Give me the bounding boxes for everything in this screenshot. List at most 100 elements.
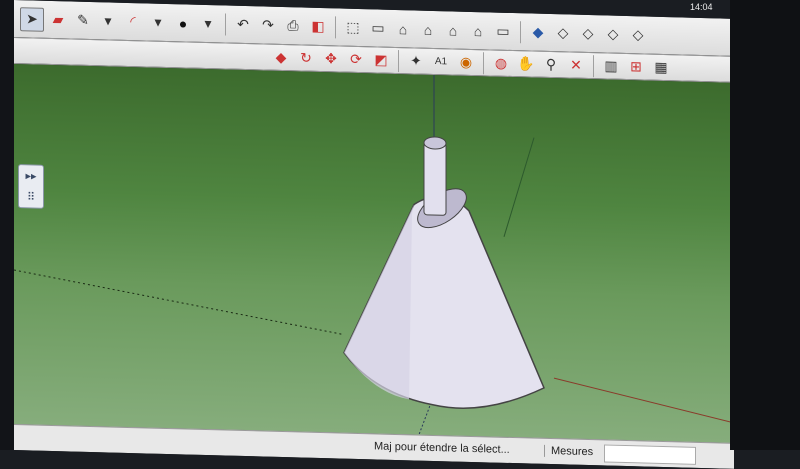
zoom-extents-button[interactable]: ✕ [565, 54, 587, 77]
orbit-icon: ◍ [494, 54, 508, 71]
undo-icon: ↶ [237, 15, 249, 33]
select-arrow-icon: ➤ [26, 10, 38, 27]
scale-button[interactable]: ◩ [370, 49, 392, 72]
3d-viewport[interactable]: ▸▸ ⠿ [14, 64, 734, 443]
textured-icon: ◇ [632, 26, 644, 43]
rotate-icon: ⟳ [350, 50, 362, 68]
rotate-button[interactable]: ⟳ [345, 48, 367, 71]
eraser-icon: ▰ [52, 11, 64, 28]
shaded-button[interactable]: ◇ [602, 23, 624, 46]
taskbar-clock: 14:04 [690, 2, 713, 12]
top-view-button[interactable]: ▭ [367, 17, 389, 40]
spout-top [423, 136, 447, 150]
undo-button[interactable]: ↶ [232, 13, 254, 36]
green-axis [503, 137, 535, 237]
cone-shading [344, 204, 414, 400]
tray-toggle-panel[interactable]: ▸▸ ⠿ [18, 164, 44, 209]
right-view-icon: ⌂ [423, 21, 433, 38]
tape-measure-button[interactable]: ✦ [405, 50, 427, 73]
shaded-icon: ◇ [607, 25, 619, 42]
xray-button[interactable]: ◆ [527, 21, 549, 44]
sketchup-window: ➤ ▰ ✎ ▾ ◜ ▾ ● ▾ ↶ ↷ ⎙ ◧ ⬚ ▭ ⌂ ⌂ ⌂ ⌂ ▭ ◆ … [14, 0, 734, 469]
toolbar-separator [398, 49, 399, 72]
model-info-icon: ◧ [311, 17, 325, 35]
pencil-button[interactable]: ✎ [72, 9, 94, 32]
follow-me-icon: ↻ [300, 49, 312, 66]
select-tool-button[interactable]: ➤ [20, 6, 44, 32]
chevron-down-icon: ▾ [154, 13, 162, 30]
toolbar-separator [335, 15, 336, 38]
arc-dropdown[interactable]: ▾ [147, 11, 169, 34]
wireframe-icon: ◇ [557, 24, 569, 41]
right-view-button[interactable]: ⌂ [417, 18, 439, 41]
tape-measure-icon: ✦ [410, 52, 422, 69]
left-view-button[interactable]: ⌂ [467, 19, 489, 42]
push-pull-icon: ◆ [275, 48, 287, 66]
push-pull-button[interactable]: ◆ [270, 46, 292, 69]
iso-view-icon: ⬚ [346, 18, 360, 36]
redo-icon: ↷ [262, 16, 274, 33]
orbit-button[interactable]: ◍ [490, 52, 512, 75]
warehouse-icon: ▦ [654, 58, 668, 76]
redo-button[interactable]: ↷ [257, 14, 279, 37]
back-view-icon: ⌂ [448, 21, 458, 39]
home-icon: ⌂ [398, 20, 408, 37]
pan-icon: ✋ [517, 55, 535, 72]
circle-button[interactable]: ● [172, 12, 194, 35]
expand-icon[interactable]: ▸▸ [25, 169, 36, 182]
chevron-down-icon: ▾ [204, 14, 212, 32]
paint-bucket-icon: ◉ [459, 53, 473, 70]
wireframe-button[interactable]: ◇ [552, 22, 574, 45]
red-axis [553, 377, 734, 424]
pan-button[interactable]: ✋ [515, 53, 537, 76]
follow-me-button[interactable]: ↻ [295, 47, 317, 70]
zoom-icon: ⚲ [545, 55, 557, 73]
scene-svg [14, 74, 734, 435]
toolbar-separator [225, 13, 226, 36]
line-dropdown[interactable]: ▾ [97, 10, 119, 33]
arc-button[interactable]: ◜ [122, 10, 144, 33]
move-icon: ✥ [325, 50, 337, 67]
warehouse-button[interactable]: ▦ [650, 56, 672, 79]
front-view-button[interactable]: ⌂ [392, 17, 414, 40]
paint-bucket-button[interactable]: ◉ [455, 51, 477, 74]
grid-icon[interactable]: ⠿ [27, 190, 35, 203]
iso-view-button[interactable]: ⬚ [342, 16, 364, 39]
red-axis-dotted [14, 269, 345, 336]
components-button[interactable]: ⊞ [625, 55, 647, 78]
hidden-line-button[interactable]: ◇ [577, 22, 599, 45]
zoom-button[interactable]: ⚲ [540, 53, 562, 76]
bottom-view-button[interactable]: ▭ [492, 20, 514, 43]
back-view-button[interactable]: ⌂ [442, 19, 464, 42]
text-button[interactable]: A1 [430, 50, 452, 73]
arc-icon: ◜ [130, 13, 136, 30]
eraser-button[interactable]: ▰ [47, 8, 69, 31]
cube-icon: ◆ [532, 23, 544, 40]
components-icon: ⊞ [630, 58, 642, 75]
model-info-button[interactable]: ◧ [307, 15, 329, 38]
measurements-label: Mesures [544, 444, 594, 459]
section-button[interactable]: ▥ [600, 55, 622, 78]
chevron-down-icon: ▾ [104, 12, 112, 29]
toolbar-separator [520, 20, 521, 43]
section-icon: ▥ [604, 57, 618, 74]
toolbar-separator [593, 54, 594, 77]
shape-dropdown[interactable]: ▾ [197, 12, 219, 35]
print-icon: ⎙ [287, 17, 299, 34]
pencil-icon: ✎ [77, 11, 89, 28]
circle-icon: ● [178, 14, 188, 32]
scale-icon: ◩ [374, 51, 388, 68]
spout-cylinder[interactable] [423, 142, 447, 216]
hidden-line-icon: ◇ [582, 24, 594, 42]
zoom-extents-icon: ✕ [570, 56, 582, 73]
textured-button[interactable]: ◇ [627, 24, 649, 47]
toolbar-separator [483, 51, 484, 74]
measurements-field[interactable] [604, 444, 696, 465]
monitor-bezel-right [730, 0, 800, 450]
text-icon: A1 [434, 56, 448, 68]
status-hint-text: Maj pour étendre la sélect... [374, 440, 510, 456]
left-view-icon: ⌂ [473, 22, 483, 39]
print-button[interactable]: ⎙ [282, 15, 304, 38]
move-button[interactable]: ✥ [320, 48, 342, 71]
bottom-view-icon: ▭ [496, 22, 510, 39]
